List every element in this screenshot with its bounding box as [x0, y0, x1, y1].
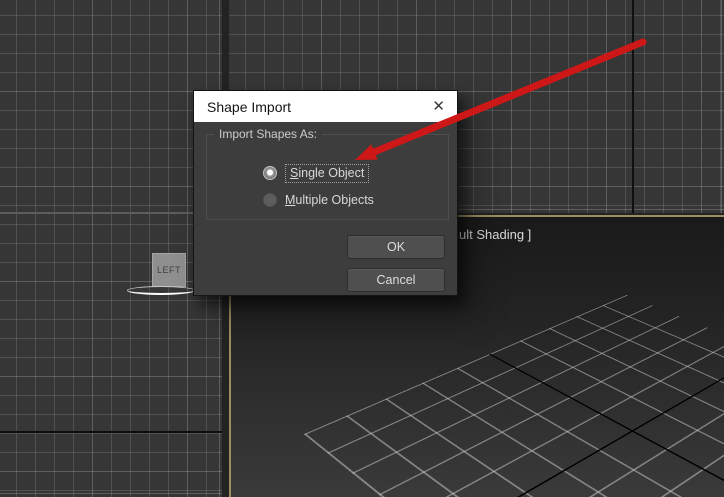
groupbox-label: Import Shapes As:: [214, 127, 323, 141]
grid-origin-axis: [0, 431, 222, 433]
dialog-title: Shape Import: [207, 98, 292, 115]
radio-multiple-objects-icon[interactable]: [263, 193, 277, 207]
import-shapes-groupbox: Import Shapes As: Single Object Multiple…: [206, 127, 449, 220]
world-x-axis: [438, 352, 724, 497]
viewport-left[interactable]: LEFT: [0, 0, 222, 497]
cancel-button[interactable]: Cancel: [347, 268, 445, 292]
radio-single-object-icon[interactable]: [263, 166, 277, 180]
3dsmax-viewport-area: LEFT ult Shading ] Shape Import ✕ Import…: [0, 0, 724, 497]
scene-shape-ellipse[interactable]: [127, 286, 195, 295]
grid-origin-axis: [632, 0, 634, 213]
world-y-axis: [489, 353, 724, 497]
radio-row-multiple-objects[interactable]: Multiple Objects: [263, 191, 374, 209]
grid-major-line: [0, 212, 222, 214]
radio-multiple-objects-label[interactable]: Multiple Objects: [285, 193, 374, 207]
perspective-ground-grid: [303, 294, 724, 497]
dialog-titlebar[interactable]: Shape Import ✕: [194, 91, 457, 122]
close-icon[interactable]: ✕: [432, 99, 445, 114]
ok-button[interactable]: OK: [347, 235, 445, 259]
radio-single-object-label[interactable]: Single Object: [285, 163, 370, 183]
dialog-body: Import Shapes As: Single Object Multiple…: [194, 122, 457, 297]
scene-object-left-box[interactable]: LEFT: [152, 253, 186, 287]
shape-import-dialog: Shape Import ✕ Import Shapes As: Single …: [193, 90, 458, 296]
viewport-shading-label[interactable]: ult Shading ]: [459, 227, 531, 242]
radio-row-single-object[interactable]: Single Object: [263, 163, 370, 183]
